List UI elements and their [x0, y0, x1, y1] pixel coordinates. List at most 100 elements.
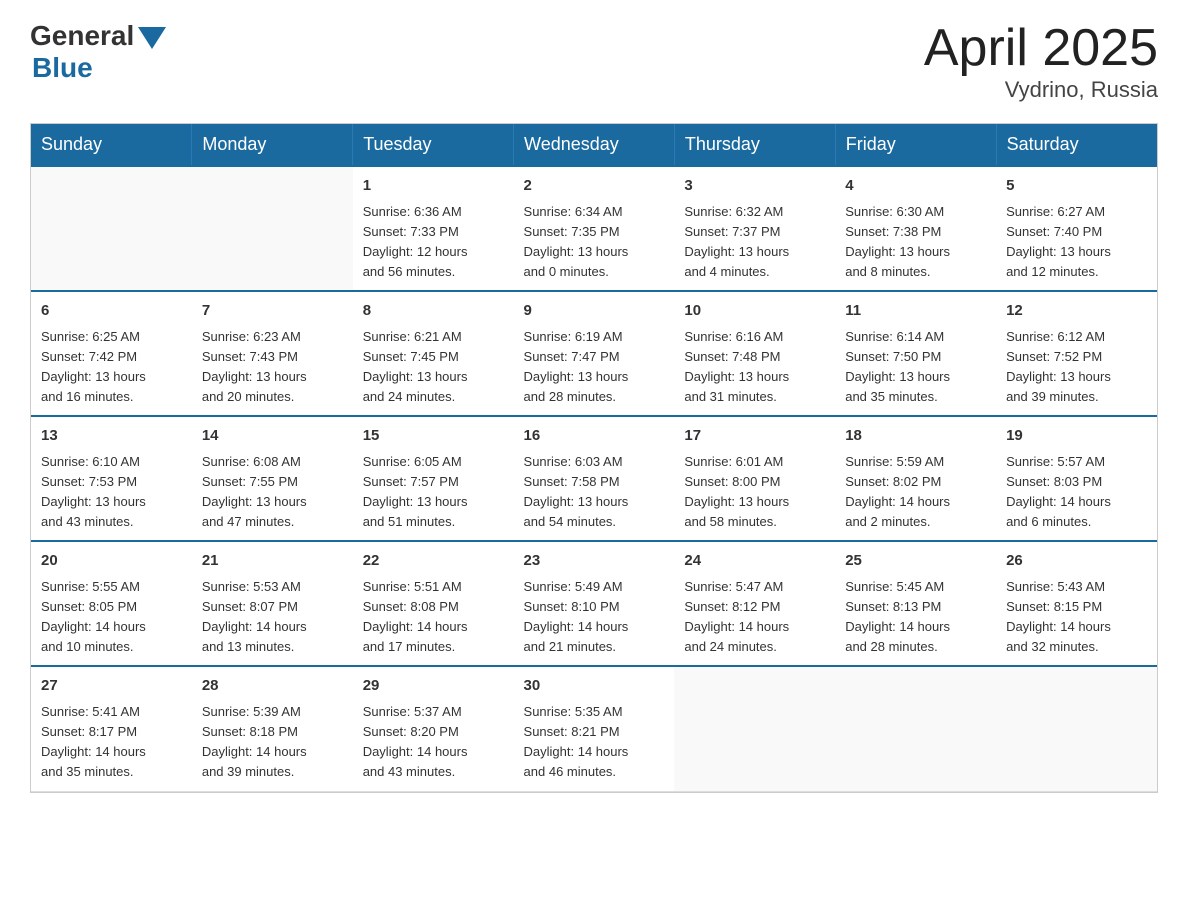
day-info: Sunrise: 6:36 AMSunset: 7:33 PMDaylight:…	[363, 202, 504, 283]
calendar-cell	[996, 666, 1157, 791]
calendar-cell: 7 Sunrise: 6:23 AMSunset: 7:43 PMDaylight…	[192, 291, 353, 416]
day-number: 8	[363, 300, 504, 323]
calendar-cell: 5 Sunrise: 6:27 AMSunset: 7:40 PMDaylight…	[996, 166, 1157, 291]
day-info: Sunrise: 5:39 AMSunset: 8:18 PMDaylight:…	[202, 702, 343, 783]
calendar-cell: 6 Sunrise: 6:25 AMSunset: 7:42 PMDaylight…	[31, 291, 192, 416]
calendar-week-row: 6 Sunrise: 6:25 AMSunset: 7:42 PMDaylight…	[31, 291, 1157, 416]
calendar-cell: 9 Sunrise: 6:19 AMSunset: 7:47 PMDaylight…	[514, 291, 675, 416]
day-info: Sunrise: 6:08 AMSunset: 7:55 PMDaylight:…	[202, 452, 343, 533]
day-info: Sunrise: 5:55 AMSunset: 8:05 PMDaylight:…	[41, 577, 182, 658]
calendar-cell: 22Sunrise: 5:51 AMSunset: 8:08 PMDayligh…	[353, 541, 514, 666]
calendar-cell	[835, 666, 996, 791]
calendar-cell	[31, 166, 192, 291]
calendar-table: SundayMondayTuesdayWednesdayThursdayFrid…	[31, 124, 1157, 791]
day-number: 9	[524, 300, 665, 323]
day-info: Sunrise: 6:25 AMSunset: 7:42 PMDaylight:…	[41, 327, 182, 408]
calendar-cell: 29 Sunrise: 5:37 AMSunset: 8:20 PMDayligh…	[353, 666, 514, 791]
calendar-cell: 23 Sunrise: 5:49 AMSunset: 8:10 PMDayligh…	[514, 541, 675, 666]
calendar-cell: 18Sunrise: 5:59 AMSunset: 8:02 PMDayligh…	[835, 416, 996, 541]
calendar-cell: 11 Sunrise: 6:14 AMSunset: 7:50 PMDayligh…	[835, 291, 996, 416]
calendar-header-sunday: Sunday	[31, 124, 192, 166]
day-number: 16	[524, 425, 665, 448]
calendar-cell: 16 Sunrise: 6:03 AMSunset: 7:58 PMDayligh…	[514, 416, 675, 541]
logo-general-text: General	[30, 20, 134, 52]
calendar-cell: 13 Sunrise: 6:10 AMSunset: 7:53 PMDayligh…	[31, 416, 192, 541]
calendar-cell: 1Sunrise: 6:36 AMSunset: 7:33 PMDaylight…	[353, 166, 514, 291]
day-number: 29	[363, 675, 504, 698]
calendar-cell: 24 Sunrise: 5:47 AMSunset: 8:12 PMDayligh…	[674, 541, 835, 666]
day-number: 30	[524, 675, 665, 698]
day-info: Sunrise: 6:30 AMSunset: 7:38 PMDaylight:…	[845, 202, 986, 283]
calendar-cell: 19 Sunrise: 5:57 AMSunset: 8:03 PMDayligh…	[996, 416, 1157, 541]
day-number: 4	[845, 175, 986, 198]
calendar-cell: 21 Sunrise: 5:53 AMSunset: 8:07 PMDayligh…	[192, 541, 353, 666]
calendar-cell: 14Sunrise: 6:08 AMSunset: 7:55 PMDayligh…	[192, 416, 353, 541]
calendar-cell: 28Sunrise: 5:39 AMSunset: 8:18 PMDayligh…	[192, 666, 353, 791]
calendar-cell: 3 Sunrise: 6:32 AMSunset: 7:37 PMDaylight…	[674, 166, 835, 291]
day-number: 12	[1006, 300, 1147, 323]
day-info: Sunrise: 5:43 AMSunset: 8:15 PMDaylight:…	[1006, 577, 1147, 658]
calendar-header-tuesday: Tuesday	[353, 124, 514, 166]
day-number: 13	[41, 425, 182, 448]
calendar-header-saturday: Saturday	[996, 124, 1157, 166]
calendar-cell: 4 Sunrise: 6:30 AMSunset: 7:38 PMDaylight…	[835, 166, 996, 291]
calendar-cell: 17Sunrise: 6:01 AMSunset: 8:00 PMDayligh…	[674, 416, 835, 541]
month-year-title: April 2025	[924, 20, 1158, 77]
day-number: 10	[684, 300, 825, 323]
calendar-header-wednesday: Wednesday	[514, 124, 675, 166]
calendar-cell: 27Sunrise: 5:41 AMSunset: 8:17 PMDayligh…	[31, 666, 192, 791]
day-info: Sunrise: 6:27 AMSunset: 7:40 PMDaylight:…	[1006, 202, 1147, 283]
day-info: Sunrise: 5:53 AMSunset: 8:07 PMDaylight:…	[202, 577, 343, 658]
day-info: Sunrise: 6:10 AMSunset: 7:53 PMDaylight:…	[41, 452, 182, 533]
calendar-week-row: 27Sunrise: 5:41 AMSunset: 8:17 PMDayligh…	[31, 666, 1157, 791]
day-info: Sunrise: 6:34 AMSunset: 7:35 PMDaylight:…	[524, 202, 665, 283]
day-info: Sunrise: 6:32 AMSunset: 7:37 PMDaylight:…	[684, 202, 825, 283]
calendar-cell: 25 Sunrise: 5:45 AMSunset: 8:13 PMDayligh…	[835, 541, 996, 666]
day-number: 25	[845, 550, 986, 573]
calendar-cell	[674, 666, 835, 791]
day-number: 2	[524, 175, 665, 198]
day-info: Sunrise: 5:45 AMSunset: 8:13 PMDaylight:…	[845, 577, 986, 658]
day-info: Sunrise: 6:03 AMSunset: 7:58 PMDaylight:…	[524, 452, 665, 533]
calendar-header-friday: Friday	[835, 124, 996, 166]
day-number: 11	[845, 300, 986, 323]
day-number: 15	[363, 425, 504, 448]
day-info: Sunrise: 5:49 AMSunset: 8:10 PMDaylight:…	[524, 577, 665, 658]
title-section: April 2025 Vydrino, Russia	[924, 20, 1158, 103]
calendar-cell: 15Sunrise: 6:05 AMSunset: 7:57 PMDayligh…	[353, 416, 514, 541]
day-number: 19	[1006, 425, 1147, 448]
day-info: Sunrise: 6:19 AMSunset: 7:47 PMDaylight:…	[524, 327, 665, 408]
day-info: Sunrise: 5:35 AMSunset: 8:21 PMDaylight:…	[524, 702, 665, 783]
calendar-header-thursday: Thursday	[674, 124, 835, 166]
day-info: Sunrise: 5:41 AMSunset: 8:17 PMDaylight:…	[41, 702, 182, 783]
day-number: 24	[684, 550, 825, 573]
calendar-header-monday: Monday	[192, 124, 353, 166]
calendar-cell: 2 Sunrise: 6:34 AMSunset: 7:35 PMDaylight…	[514, 166, 675, 291]
day-number: 7	[202, 300, 343, 323]
day-info: Sunrise: 5:47 AMSunset: 8:12 PMDaylight:…	[684, 577, 825, 658]
day-number: 5	[1006, 175, 1147, 198]
day-number: 3	[684, 175, 825, 198]
logo-blue-text: Blue	[32, 52, 93, 84]
day-number: 26	[1006, 550, 1147, 573]
calendar-cell: 30 Sunrise: 5:35 AMSunset: 8:21 PMDayligh…	[514, 666, 675, 791]
day-info: Sunrise: 5:37 AMSunset: 8:20 PMDaylight:…	[363, 702, 504, 783]
day-info: Sunrise: 6:14 AMSunset: 7:50 PMDaylight:…	[845, 327, 986, 408]
day-info: Sunrise: 5:51 AMSunset: 8:08 PMDaylight:…	[363, 577, 504, 658]
day-info: Sunrise: 6:21 AMSunset: 7:45 PMDaylight:…	[363, 327, 504, 408]
day-number: 21	[202, 550, 343, 573]
day-number: 23	[524, 550, 665, 573]
day-info: Sunrise: 6:16 AMSunset: 7:48 PMDaylight:…	[684, 327, 825, 408]
calendar-cell: 8 Sunrise: 6:21 AMSunset: 7:45 PMDaylight…	[353, 291, 514, 416]
calendar-cell: 10 Sunrise: 6:16 AMSunset: 7:48 PMDayligh…	[674, 291, 835, 416]
location-subtitle: Vydrino, Russia	[924, 77, 1158, 103]
day-info: Sunrise: 6:23 AMSunset: 7:43 PMDaylight:…	[202, 327, 343, 408]
calendar-cell: 20Sunrise: 5:55 AMSunset: 8:05 PMDayligh…	[31, 541, 192, 666]
calendar-week-row: 20Sunrise: 5:55 AMSunset: 8:05 PMDayligh…	[31, 541, 1157, 666]
day-number: 17	[684, 425, 825, 448]
day-info: Sunrise: 5:57 AMSunset: 8:03 PMDaylight:…	[1006, 452, 1147, 533]
calendar-header-row: SundayMondayTuesdayWednesdayThursdayFrid…	[31, 124, 1157, 166]
day-number: 6	[41, 300, 182, 323]
logo-arrow-icon	[138, 27, 166, 49]
logo: General Blue	[30, 20, 166, 84]
